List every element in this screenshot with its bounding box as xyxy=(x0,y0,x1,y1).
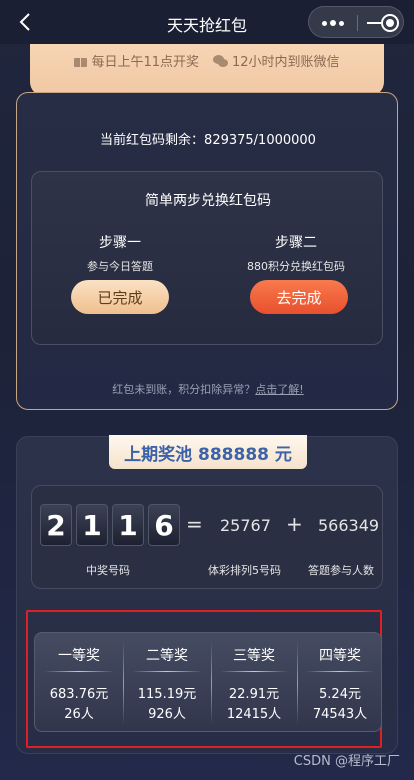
prize-divider xyxy=(305,671,375,672)
winning-digit: 1 xyxy=(112,504,144,546)
prize-amount: 115.19元 xyxy=(137,687,197,702)
step-one-name: 步骤一 xyxy=(99,235,141,251)
top-banner: 每日上午11点开奖 12小时内到账微信 xyxy=(30,44,384,106)
remaining-count: 当前红包码剩余：829375/1000000 xyxy=(17,129,399,148)
close-capsule-icon[interactable] xyxy=(381,14,399,32)
plus-sign: + xyxy=(286,512,303,536)
prize-divider xyxy=(43,671,115,672)
lottery-label: 体彩排列5号码 xyxy=(208,564,281,577)
prize-amount: 22.91元 xyxy=(228,687,280,702)
prize-name: 二等奖 xyxy=(146,648,188,664)
banner-text-2: 12小时内到账微信 xyxy=(232,55,340,70)
learn-more-link[interactable]: 点击了解! xyxy=(255,383,303,396)
banner-item-draw-time: 每日上午11点开奖 xyxy=(74,51,199,70)
prize-column: 二等奖 115.19元 926人 xyxy=(123,633,211,733)
prize-column: 四等奖 5.24元 74543人 xyxy=(297,633,383,733)
go-complete-button[interactable]: 去完成 xyxy=(250,280,348,314)
remaining-label: 当前红包码剩余： xyxy=(100,133,205,148)
remaining-value: 829375/1000000 xyxy=(204,133,316,148)
participants-number: 566349 xyxy=(318,516,380,535)
redeem-card: 当前红包码剩余：829375/1000000 简单两步兑换红包码 步骤一 参与今… xyxy=(16,92,398,410)
prize-name: 一等奖 xyxy=(58,648,100,664)
more-icon[interactable] xyxy=(319,14,347,32)
participants-label: 答题参与人数 xyxy=(308,564,374,577)
winning-digit: 6 xyxy=(148,504,180,546)
prize-name: 三等奖 xyxy=(233,648,275,664)
step-two-name: 步骤二 xyxy=(275,235,317,251)
prize-count: 926人 xyxy=(148,707,186,722)
issue-note: 红包未到账，积分扣除异常？点击了解! xyxy=(17,381,399,397)
prize-divider xyxy=(219,671,289,672)
completed-button[interactable]: 已完成 xyxy=(71,280,169,314)
prize-count: 26人 xyxy=(64,707,94,722)
issue-note-text: 红包未到账，积分扣除异常？ xyxy=(112,383,256,396)
prize-divider xyxy=(131,671,203,672)
prize-table: 一等奖 683.76元 26人 二等奖 115.19元 926人 三等奖 22.… xyxy=(34,632,382,732)
nav-bar: 天天抢红包 xyxy=(0,0,414,44)
prize-count: 12415人 xyxy=(226,707,282,722)
winning-digit: 1 xyxy=(76,504,108,546)
capsule-divider xyxy=(357,15,358,31)
step-one-desc: 参与今日答题 xyxy=(87,260,153,273)
prize-amount: 5.24元 xyxy=(319,687,361,702)
winning-digits: 2 1 1 6 xyxy=(40,504,180,546)
gift-icon xyxy=(74,54,88,67)
watermark: CSDN @程序工厂 xyxy=(293,754,400,769)
banner-item-arrival: 12小时内到账微信 xyxy=(213,51,340,70)
winning-label: 中奖号码 xyxy=(86,564,130,577)
prize-column: 三等奖 22.91元 12415人 xyxy=(211,633,297,733)
step-two: 步骤二 880积分兑换红包码 xyxy=(208,232,384,274)
prize-name: 四等奖 xyxy=(319,648,361,664)
winning-calc-box: 2 1 1 6 = 25767 + 566349 中奖号码 体彩排列5号码 答题… xyxy=(31,485,383,589)
step-two-desc: 880积分兑换红包码 xyxy=(247,260,345,273)
prize-column: 一等奖 683.76元 26人 xyxy=(35,633,123,733)
winning-digit: 2 xyxy=(40,504,72,546)
pool-title: 上期奖池 888888 元 xyxy=(109,435,307,469)
minimize-icon[interactable] xyxy=(367,22,381,24)
step-one: 步骤一 参与今日答题 xyxy=(32,232,208,274)
prize-amount: 683.76元 xyxy=(49,687,109,702)
lottery-number: 25767 xyxy=(220,516,271,535)
steps-title: 简单两步兑换红包码 xyxy=(145,193,271,209)
steps-box: 简单两步兑换红包码 步骤一 参与今日答题 步骤二 880积分兑换红包码 已完成 … xyxy=(31,171,383,345)
mini-program-capsule xyxy=(308,6,404,38)
wechat-icon xyxy=(213,54,228,67)
banner-text-1: 每日上午11点开奖 xyxy=(91,55,199,70)
equals-sign: = xyxy=(186,512,203,536)
prize-count: 74543人 xyxy=(312,707,368,722)
